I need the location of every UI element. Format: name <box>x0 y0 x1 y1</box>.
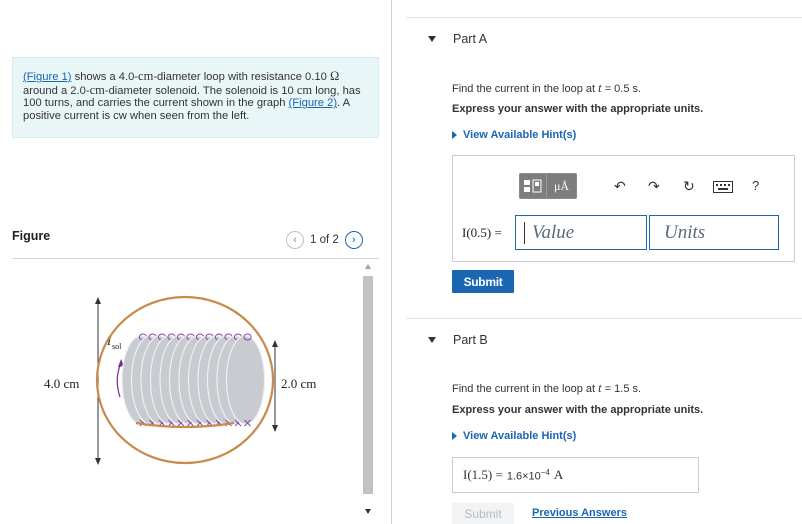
problem-text-d: -diameter solenoid. The solenoid is 10 <box>104 84 297 97</box>
part-b-header[interactable]: Part B <box>406 318 802 360</box>
scroll-down-icon[interactable] <box>365 509 371 514</box>
unit-ohm: Ω <box>329 69 340 83</box>
part-b-instruction: Express your answer with the appropriate… <box>452 404 704 416</box>
figure-page-indicator: 1 of 2 <box>310 234 339 246</box>
figure-divider <box>12 258 379 259</box>
keyboard-icon[interactable] <box>713 181 733 195</box>
part-a-submit-button[interactable]: Submit <box>452 270 514 293</box>
collapse-caret-icon[interactable] <box>428 336 436 343</box>
undo-icon[interactable]: ↶ <box>614 179 626 193</box>
part-a-question: Find the current in the loop at t = 0.5 … <box>452 81 641 96</box>
parts-panel: Part A Part B <box>392 0 802 524</box>
part-a-hint-link[interactable]: View Available Hint(s) <box>452 129 576 141</box>
part-b-submit-button: Submit <box>452 503 514 524</box>
solenoid-coils <box>121 333 266 429</box>
figure-heading: Figure <box>12 229 51 243</box>
hint-label: View Available Hint(s) <box>463 129 577 141</box>
expand-triangle-icon <box>452 432 457 440</box>
problem-text-b: -diameter loop with resistance 0.10 <box>153 71 330 83</box>
coil-turn <box>225 335 266 425</box>
problem-panel: (Figure 1) shows a 4.0-cm-diameter loop … <box>0 0 392 524</box>
text-cursor <box>524 222 525 244</box>
scroll-thumb[interactable] <box>363 276 373 494</box>
expand-triangle-icon <box>452 131 457 139</box>
current-subscript: sol <box>112 342 122 351</box>
unit-cm-1: cm <box>138 69 154 83</box>
redo-icon[interactable]: ↷ <box>648 179 660 193</box>
template-button-group: μÅ <box>519 173 577 199</box>
figure-scrollbar[interactable] <box>362 262 374 520</box>
unit-cm-2: cm <box>89 82 105 97</box>
part-a-title: Part A <box>453 31 488 46</box>
question-text: Find the current in the loop at <box>452 383 599 395</box>
loop-diameter-label: 4.0 cm <box>44 376 79 391</box>
current-direction-arrow <box>116 362 122 398</box>
part-a-instruction: Express your answer with the appropriate… <box>452 103 704 115</box>
part-a-header[interactable]: Part A <box>406 17 802 59</box>
problem-text-a: shows a 4.0- <box>71 71 139 83</box>
value-placeholder: Value <box>532 222 575 243</box>
reset-icon[interactable]: ↻ <box>683 179 695 193</box>
prev-figure-button[interactable]: ‹ <box>286 231 304 249</box>
units-button[interactable]: μÅ <box>546 174 576 198</box>
part-a-input-label: I(0.5) = <box>462 225 502 240</box>
figure-1-link[interactable]: (Figure 1) <box>23 71 72 83</box>
previous-answers-link[interactable]: Previous Answers <box>532 507 627 519</box>
part-b-question: Find the current in the loop at t = 1.5 … <box>452 381 641 396</box>
answer-value: 1.6×10−4 <box>506 467 550 483</box>
collapse-caret-icon[interactable] <box>428 35 436 42</box>
problem-text-c: around a 2.0- <box>23 84 90 97</box>
answer-label: I(1.5) = <box>463 467 503 482</box>
part-b-title: Part B <box>453 332 488 347</box>
solenoid-diameter-label: 2.0 cm <box>281 376 316 391</box>
solenoid-figure: 4.0 cm I sol 2.0 cm <box>44 295 316 465</box>
question-time: = 0.5 s. <box>601 83 642 95</box>
figure-pager: ‹ 1 of 2 › <box>286 229 363 251</box>
part-b-hint-link[interactable]: View Available Hint(s) <box>452 430 576 442</box>
unit-cm-3: cm <box>296 82 313 97</box>
fraction-template-button[interactable] <box>520 174 546 198</box>
help-icon[interactable]: ? <box>752 179 759 193</box>
value-input[interactable]: Value <box>515 215 647 250</box>
question-time: = 1.5 s. <box>601 383 642 395</box>
next-figure-button[interactable]: › <box>344 231 363 249</box>
problem-statement: (Figure 1) shows a 4.0-cm-diameter loop … <box>12 57 379 138</box>
hint-label: View Available Hint(s) <box>463 430 577 442</box>
scroll-up-icon[interactable] <box>365 264 371 269</box>
answer-unit: A <box>553 467 564 482</box>
fraction-template-icon <box>524 179 542 193</box>
part-b-submitted-answer: I(1.5) = 1.6×10−4 A <box>452 457 699 493</box>
math-toolbar: μÅ <box>519 173 577 199</box>
figure-2-link[interactable]: (Figure 2) <box>289 97 338 109</box>
question-text: Find the current in the loop at <box>452 83 599 95</box>
units-placeholder: Units <box>664 222 706 243</box>
units-input[interactable]: Units <box>649 215 779 250</box>
